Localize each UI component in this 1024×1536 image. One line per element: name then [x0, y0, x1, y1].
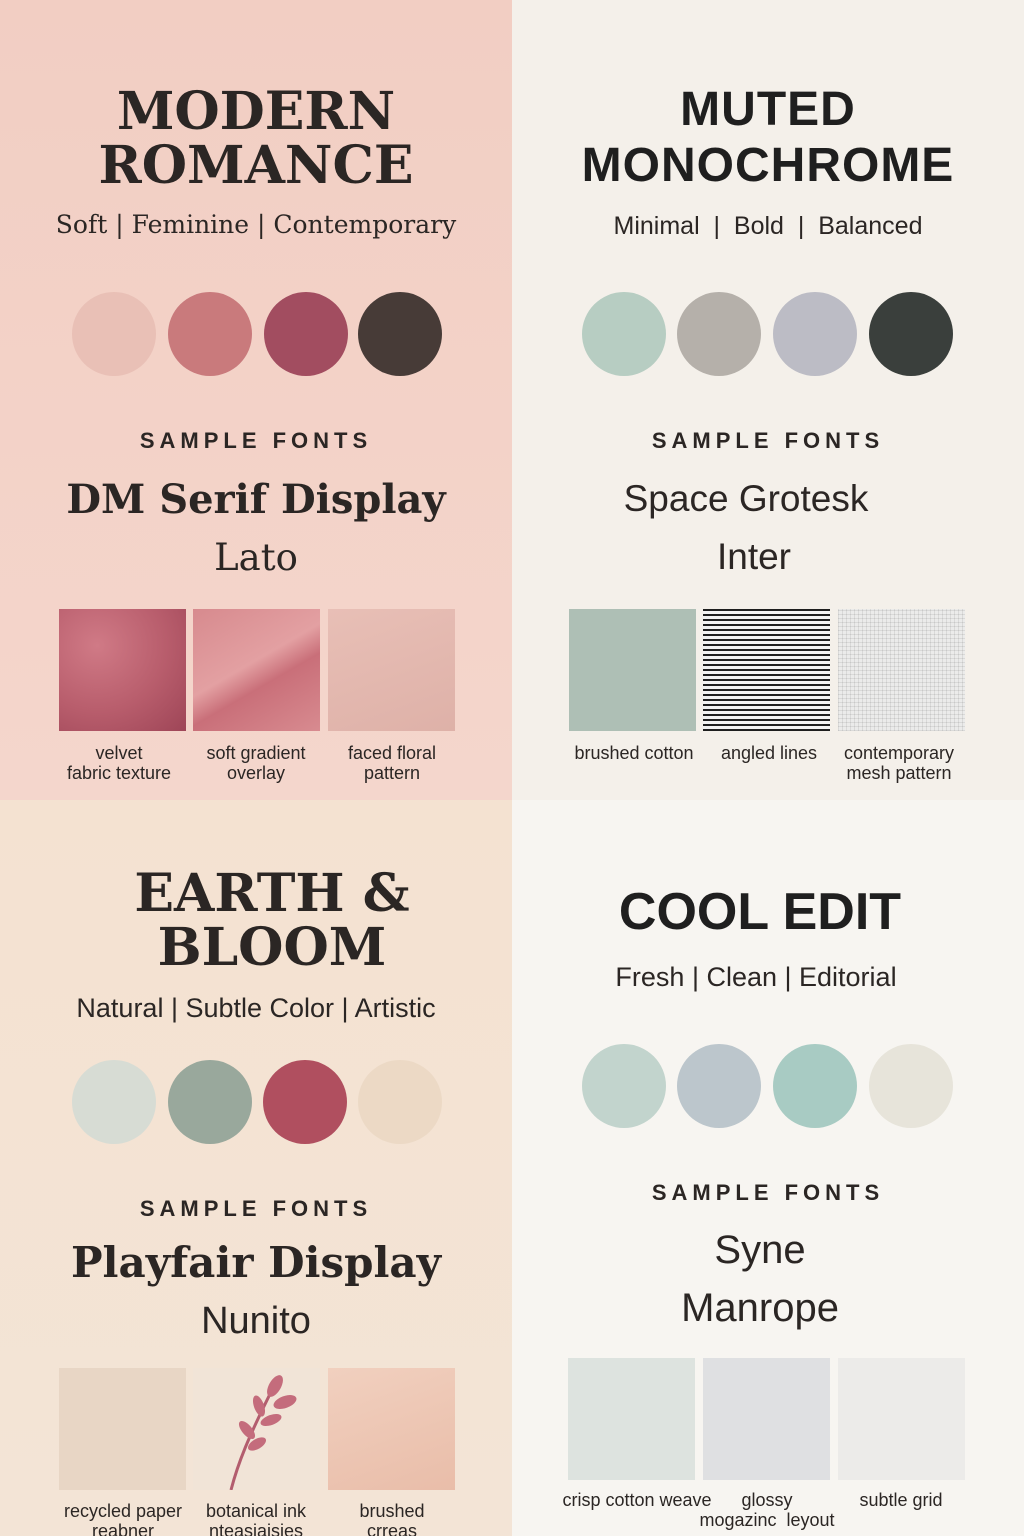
color-swatch	[72, 1060, 156, 1144]
sample-fonts-heading: SAMPLE FONTS	[651, 1180, 885, 1205]
sample-fonts-heading: SAMPLE FONTS	[139, 428, 373, 453]
sample-font-primary: Playfair Display	[70, 1238, 442, 1287]
texture-caption: velvet fabric texture	[66, 743, 172, 783]
texture-tile-recycled-paper	[59, 1368, 186, 1490]
texture-caption: contemporary mesh pattern	[843, 743, 955, 783]
sample-font-primary: Syne	[714, 1228, 806, 1272]
texture-caption: subtle grid	[859, 1490, 943, 1510]
panel-modern-romance: MODERN ROMANCE Soft | Feminine | Contemp…	[0, 0, 512, 800]
color-swatch	[773, 292, 857, 376]
texture-tile-gradient	[193, 609, 320, 731]
sample-fonts-heading: SAMPLE FONTS	[651, 428, 885, 453]
texture-caption: brushed cotton	[574, 743, 694, 763]
texture-tile-glossy	[703, 1358, 830, 1480]
color-swatch	[168, 1060, 252, 1144]
sample-font-secondary: Nunito	[201, 1300, 311, 1342]
color-swatch	[72, 292, 156, 376]
texture-caption: angled lines	[720, 743, 818, 763]
sample-font-primary: Space Grotesk	[623, 478, 869, 519]
color-swatch	[358, 1060, 442, 1144]
panel-title: COOL EDIT	[618, 883, 902, 941]
sample-fonts-heading: SAMPLE FONTS	[139, 1196, 373, 1221]
panel-tagline: Fresh | Clean | Editorial	[615, 962, 897, 992]
texture-tile-botanical-ink	[193, 1368, 320, 1491]
botanical-sprig-icon	[229, 1375, 297, 1491]
panel-title: MODERN ROMANCE	[98, 81, 414, 196]
texture-caption: faced floral pattern	[347, 743, 437, 783]
panel-tagline: Minimal | Bold | Balanced	[613, 212, 923, 240]
sample-font-primary: DM Serif Display	[66, 476, 446, 523]
texture-tile-angled-lines	[703, 609, 830, 731]
color-swatch	[582, 1044, 666, 1128]
panel-muted-monochrome: MUTED MONOCHROME Minimal | Bold | Balanc…	[512, 0, 1024, 800]
panel-title: MUTED MONOCHROME	[581, 83, 955, 192]
color-swatch	[263, 1060, 347, 1144]
sample-font-secondary: Manrope	[681, 1286, 839, 1330]
color-swatch	[264, 292, 348, 376]
color-swatch	[582, 292, 666, 376]
color-swatch	[677, 1044, 761, 1128]
texture-caption: brushed crreas	[359, 1501, 425, 1536]
texture-caption: recycled paper reabner	[63, 1501, 183, 1536]
color-swatch	[168, 292, 252, 376]
texture-caption: soft gradient overlay	[206, 743, 306, 783]
sample-font-secondary: Lato	[214, 536, 298, 579]
panel-earth-bloom: EARTH & BLOOM Natural | Subtle Color | A…	[0, 800, 512, 1536]
texture-tile-subtle-grid	[838, 1358, 965, 1480]
panel-tagline: Soft | Feminine | Contemporary	[55, 210, 457, 239]
texture-tile-velvet	[59, 609, 186, 731]
sample-font-secondary: Inter	[716, 536, 792, 577]
texture-tile-brushed-cotton	[569, 609, 696, 731]
panel-cool-edit: COOL EDIT Fresh | Clean | Editorial SAMP…	[512, 800, 1024, 1536]
color-swatch	[677, 292, 761, 376]
color-swatch	[869, 292, 953, 376]
panel-title: EARTH & BLOOM	[134, 863, 410, 978]
panel-tagline: Natural | Subtle Color | Artistic	[76, 993, 436, 1023]
texture-tile-brushed	[328, 1368, 455, 1490]
color-swatch	[869, 1044, 953, 1128]
color-swatch	[358, 292, 442, 376]
texture-caption: botanical ink nteasiaisies	[205, 1501, 307, 1536]
texture-tile-floral	[328, 609, 455, 731]
color-swatch	[773, 1044, 857, 1128]
texture-tile-cotton-weave	[568, 1358, 695, 1480]
texture-tile-mesh	[838, 609, 965, 731]
